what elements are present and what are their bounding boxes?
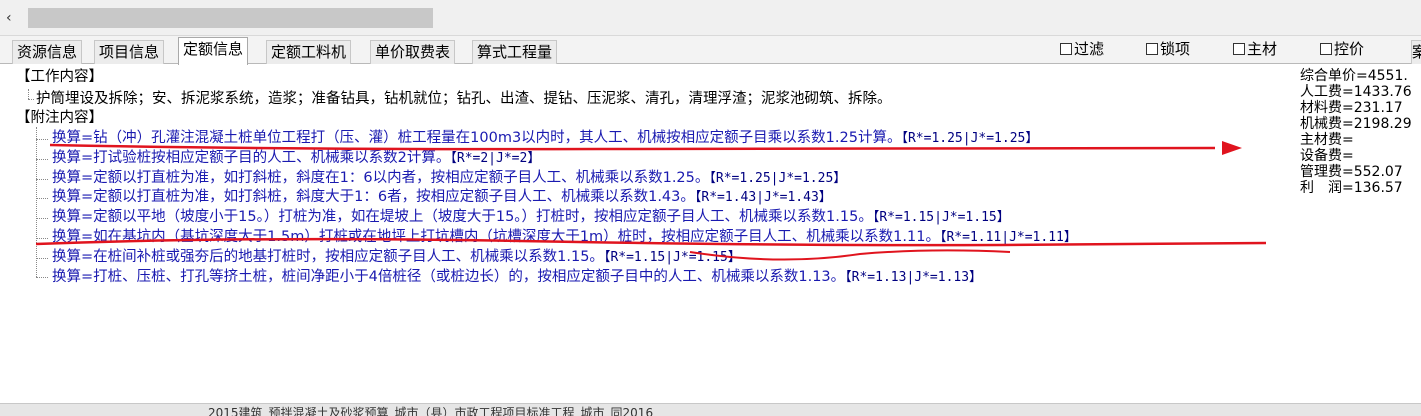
scrollbar-thumb[interactable] <box>28 8 433 28</box>
conversion-item[interactable]: 换算=打桩、压桩、打孔等挤土桩，桩间净距小于4倍桩径（或桩边长）的，按相应定额子… <box>52 267 982 288</box>
tree-connector <box>36 139 48 140</box>
conversion-coefficient: 【R*=1.13|J*=1.13】 <box>845 270 983 285</box>
conversion-text: 换算=如在基坑内（基坑深度大于1.5m）打桩或在地坪上打坑槽内（坑槽深度大于1m… <box>52 229 940 245</box>
tab-formula-quantity[interactable]: 算式工程量 <box>472 40 558 64</box>
tab-quota-info[interactable]: 定额信息 <box>178 37 249 65</box>
conversion-coefficient: 【R*=2|J*=2】 <box>450 151 541 166</box>
machine-cost-value: 机械费=2198.29 <box>1300 116 1412 132</box>
conversion-text: 换算=钻（冲）孔灌注混凝土桩单位工程打（压、灌）桩工程量在100m3以内时，其人… <box>52 130 902 146</box>
lock-checkbox[interactable]: 锁项 <box>1146 38 1190 60</box>
tree-connector <box>28 99 34 100</box>
tree-connector <box>36 238 48 239</box>
tab-resource-info[interactable]: 资源信息 <box>12 40 83 64</box>
conversion-coefficient: 【R*=1.11|J*=1.11】 <box>939 230 1077 245</box>
management-cost-value: 管理费=552.07 <box>1300 164 1403 180</box>
main-material-cost-value: 主材费= <box>1300 132 1354 148</box>
horizontal-scrollbar[interactable]: ‹ <box>0 0 1421 36</box>
checkbox-icon <box>1320 43 1332 55</box>
conversion-item[interactable]: 换算=定额以打直桩为准，如打斜桩，斜度大于1：6者，按相应定额子目人工、机械乘以… <box>52 187 832 208</box>
conversion-coefficient: 【R*=1.25|J*=1.25】 <box>901 131 1039 146</box>
status-bar: 2015建筑_预拌混凝土及砂浆预算_城市（县）市政工程项目标准工程_城市_同20… <box>0 403 1421 416</box>
tree-connector <box>36 127 37 277</box>
conversion-item[interactable]: 换算=钻（冲）孔灌注混凝土桩单位工程打（压、灌）桩工程量在100m3以内时，其人… <box>52 128 1038 149</box>
conversion-text: 换算=打桩、压桩、打孔等挤土桩，桩间净距小于4倍桩径（或桩边长）的，按相应定额子… <box>52 269 846 285</box>
tree-connector <box>36 218 48 219</box>
conversion-text: 换算=定额以打直桩为准，如打斜桩，斜度在1：6以内者，按相应定额子目人工、机械乘… <box>52 170 710 186</box>
quota-info-tree: 【工作内容】 护筒埋设及拆除；安、拆泥浆系统，造浆；准备钻具，钻机就位；钻孔、出… <box>0 65 1421 403</box>
checkbox-icon <box>1233 43 1245 55</box>
conversion-item[interactable]: 换算=在桩间补桩或强夯后的地基打桩时，按相应定额子目人工、机械乘以系数1.15。… <box>52 247 741 268</box>
conversion-text: 换算=定额以打直桩为准，如打斜桩，斜度大于1：6者，按相应定额子目人工、机械乘以… <box>52 189 695 205</box>
tree-connector <box>36 198 48 199</box>
tab-unit-price-fee[interactable]: 单价取费表 <box>370 40 456 64</box>
conversion-text: 换算=定额以平地（坡度小于15。）打桩为准，如在堤坡上（坡度大于15。）打桩时，… <box>52 209 873 225</box>
conversion-item[interactable]: 换算=打试验桩按相应定额子目的人工、机械乘以系数2计算。【R*=2|J*=2】 <box>52 148 540 169</box>
conversion-item[interactable]: 换算=如在基坑内（基坑深度大于1.5m）打桩或在地坪上打坑槽内（坑槽深度大于1m… <box>52 227 1077 248</box>
profit-value: 利 润=136.57 <box>1300 180 1403 196</box>
conversion-coefficient: 【R*=1.43|J*=1.43】 <box>694 190 832 205</box>
status-text: 2015建筑_预拌混凝土及砂浆预算_城市（县）市政工程项目标准工程_城市_同20… <box>208 406 654 416</box>
tree-connector <box>36 277 48 278</box>
control-price-checkbox[interactable]: 控价 <box>1320 38 1364 60</box>
unit-price-value: 综合单价=4551. <box>1300 68 1408 84</box>
tree-connector <box>36 159 48 160</box>
tab-partial-right[interactable]: 案 <box>1411 40 1421 64</box>
conversion-text: 换算=在桩间补桩或强夯后的地基打桩时，按相应定额子目人工、机械乘以系数1.15。 <box>52 249 604 265</box>
tab-project-info[interactable]: 项目信息 <box>94 40 165 64</box>
tab-bar: 资源信息 项目信息 定额信息 定额工料机 单价取费表 算式工程量 过滤 锁项 主… <box>0 36 1421 65</box>
work-content-text: 护筒埋设及拆除；安、拆泥浆系统，造浆；准备钻具，钻机就位；钻孔、出渣、提钻、压泥… <box>36 91 892 107</box>
conversion-coefficient: 【R*=1.15|J*=1.15】 <box>872 210 1010 225</box>
filter-label: 过滤 <box>1074 40 1105 58</box>
conversion-text: 换算=打试验桩按相应定额子目的人工、机械乘以系数2计算。 <box>52 150 451 166</box>
tree-connector <box>36 258 48 259</box>
main-material-checkbox[interactable]: 主材 <box>1233 38 1277 60</box>
material-cost-value: 材料费=231.17 <box>1300 100 1403 116</box>
conversion-coefficient: 【R*=1.25|J*=1.25】 <box>709 171 847 186</box>
conversion-item[interactable]: 换算=定额以打直桩为准，如打斜桩，斜度在1：6以内者，按相应定额子目人工、机械乘… <box>52 168 846 189</box>
conversion-item[interactable]: 换算=定额以平地（坡度小于15。）打桩为准，如在堤坡上（坡度大于15。）打桩时，… <box>52 207 1010 228</box>
checkbox-icon <box>1146 43 1158 55</box>
checkbox-icon <box>1060 43 1072 55</box>
lock-label: 锁项 <box>1160 40 1191 58</box>
chevron-left-icon[interactable]: ‹ <box>6 10 12 26</box>
labor-cost-value: 人工费=1433.76 <box>1300 84 1412 100</box>
equipment-cost-value: 设备费= <box>1300 148 1354 164</box>
filter-checkbox[interactable]: 过滤 <box>1060 38 1104 60</box>
tab-quota-materials[interactable]: 定额工料机 <box>266 40 352 64</box>
price-summary-panel: 综合单价=4551. 人工费=1433.76 材料费=231.17 机械费=21… <box>1300 68 1421 196</box>
tree-connector <box>36 179 48 180</box>
tree-connector <box>28 89 29 99</box>
work-content-header: 【工作内容】 <box>16 69 103 85</box>
conversion-coefficient: 【R*=1.15|J*=1.15】 <box>603 250 741 265</box>
control-price-label: 控价 <box>1334 40 1365 58</box>
main-material-label: 主材 <box>1247 40 1278 58</box>
notes-header: 【附注内容】 <box>16 110 103 126</box>
